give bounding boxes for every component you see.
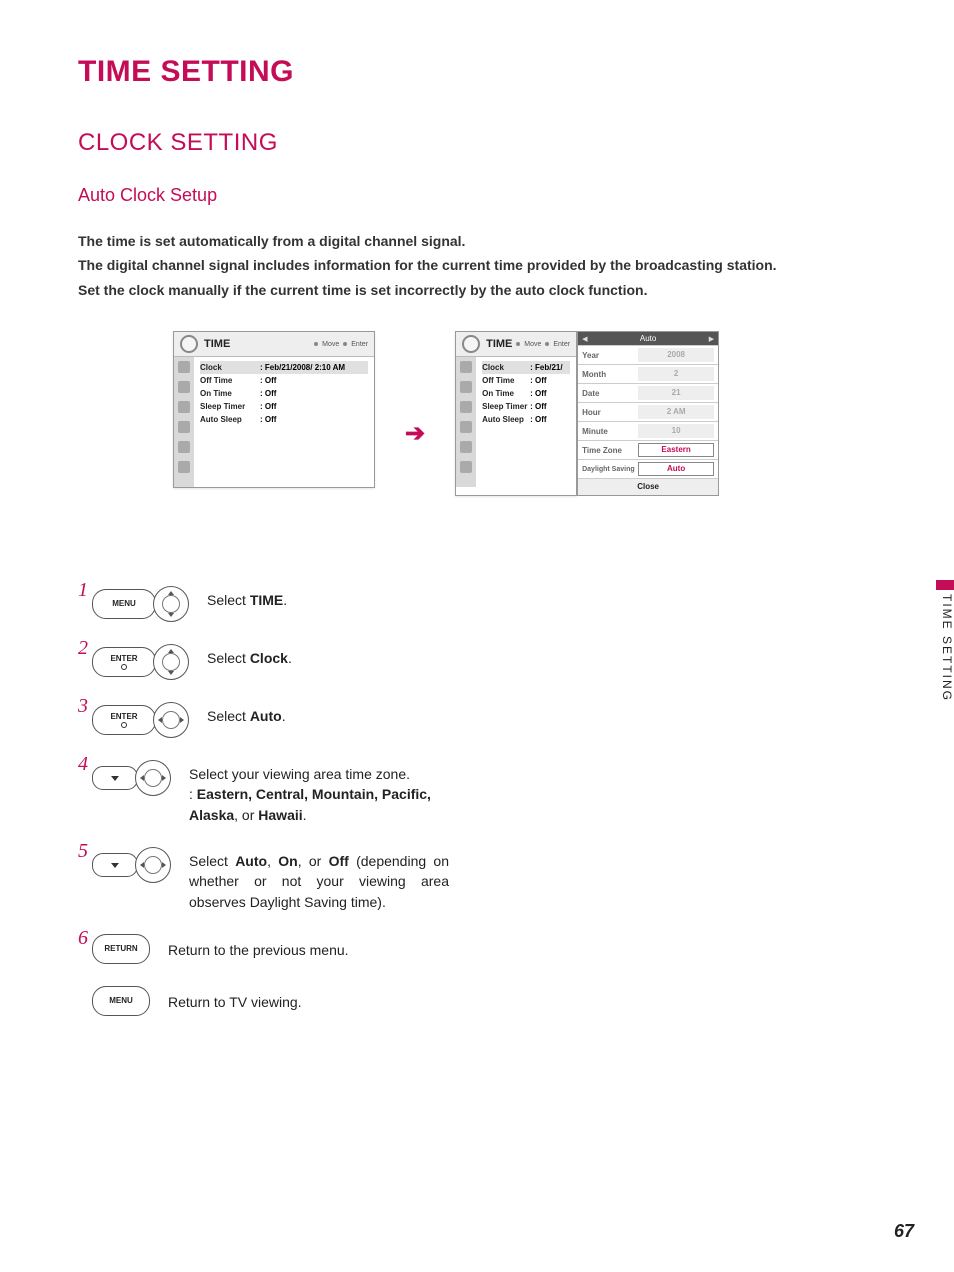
arrow-icon: ➔ xyxy=(405,419,425,448)
step-4: 4 Select your viewing area time zone. : … xyxy=(78,760,876,825)
osd-panel-left: TIME Move Enter Clock: Feb/21/2008/ 2:10… xyxy=(173,331,375,488)
sidebar-icon xyxy=(460,401,472,413)
sidebar-icon xyxy=(460,421,472,433)
sidebar-icon xyxy=(178,421,190,433)
osd-row: On Time: Off xyxy=(482,387,570,400)
clock-icon xyxy=(462,335,480,353)
body-text-3: Set the clock manually if the current ti… xyxy=(78,279,876,301)
down-button-icon xyxy=(92,853,138,877)
osd-row: Auto Sleep: Off xyxy=(482,413,570,426)
sidebar-icon xyxy=(178,441,190,453)
side-tab: TIME SETTING xyxy=(936,580,954,730)
section-title: CLOCK SETTING xyxy=(78,129,876,157)
step-3: 3 ENTER Select Auto. xyxy=(78,702,876,738)
body-text-1: The time is set automatically from a dig… xyxy=(78,230,876,252)
osd-row-clock: Clock: Feb/21/2008/ 2:10 AM xyxy=(200,361,368,374)
nav-updown-icon xyxy=(153,586,189,622)
clock-detail-panel: ◀Auto▶ Year2008 Month2 Date21 Hour2 AM M… xyxy=(577,331,719,496)
sidebar-icon xyxy=(178,401,190,413)
step-5: 5 Select Auto, On, or Off (depending on … xyxy=(78,847,876,912)
osd-row: On Time: Off xyxy=(200,387,368,400)
sidebar-icon xyxy=(460,441,472,453)
sidebar-icon xyxy=(178,381,190,393)
osd-row: Off Time: Off xyxy=(482,374,570,387)
sub-title: Auto Clock Setup xyxy=(78,185,876,206)
nav-leftright-icon xyxy=(135,847,171,883)
sidebar-icon xyxy=(460,461,472,473)
down-button-icon xyxy=(92,766,138,790)
step-menu-return: . MENU Return to TV viewing. xyxy=(78,986,876,1016)
osd-hint-enter: Enter xyxy=(351,341,368,348)
detail-head: Auto xyxy=(640,334,656,343)
nav-leftright-icon xyxy=(153,702,189,738)
sidebar-icon xyxy=(178,361,190,373)
osd-row-clock: Clock: Feb/21/ xyxy=(482,361,570,374)
step-1: 1 MENU Select TIME. xyxy=(78,586,876,622)
clock-icon xyxy=(180,335,198,353)
enter-button-icon: ENTER xyxy=(92,705,156,735)
page-main-title: TIME SETTING xyxy=(78,55,876,89)
sidebar-icon xyxy=(460,381,472,393)
osd-panel-right: TIME Move Enter xyxy=(455,331,577,496)
menu-button-icon: MENU xyxy=(92,589,156,619)
sidebar-icon xyxy=(178,461,190,473)
sidebar-icon xyxy=(460,361,472,373)
osd-row: Auto Sleep: Off xyxy=(200,413,368,426)
enter-button-icon: ENTER xyxy=(92,647,156,677)
osd-left-title: TIME xyxy=(204,338,230,350)
body-text-2: The digital channel signal includes info… xyxy=(78,254,876,276)
osd-right-title: TIME xyxy=(486,338,512,350)
osd-hint-move: Move xyxy=(322,341,339,348)
return-button-icon: RETURN xyxy=(92,934,150,964)
osd-row: Sleep Timer: Off xyxy=(482,400,570,413)
step-2: 2 ENTER Select Clock. xyxy=(78,644,876,680)
page-number: 67 xyxy=(894,1221,914,1242)
detail-close: Close xyxy=(578,478,718,495)
menu-button-icon: MENU xyxy=(92,986,150,1016)
nav-leftright-icon xyxy=(135,760,171,796)
osd-row: Sleep Timer: Off xyxy=(200,400,368,413)
osd-row: Off Time: Off xyxy=(200,374,368,387)
nav-updown-icon xyxy=(153,644,189,680)
step-6: 6 RETURN Return to the previous menu. xyxy=(78,934,876,964)
